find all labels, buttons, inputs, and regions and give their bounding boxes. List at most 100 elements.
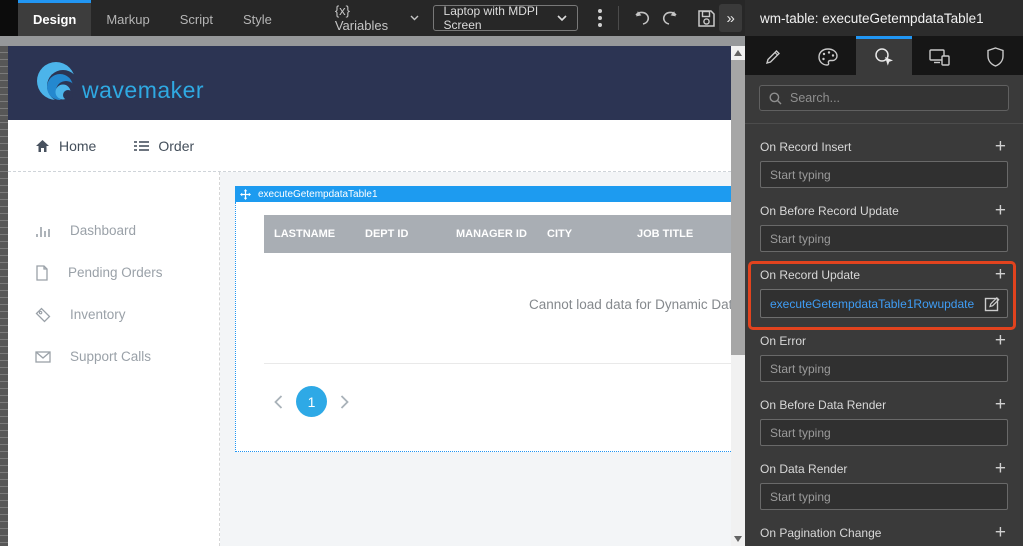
- panel-search-area: [745, 75, 1023, 124]
- event-handler-link[interactable]: executeGetempdataTable1Rowupdate: [770, 297, 984, 311]
- bar-chart-icon: [35, 223, 51, 238]
- variables-dropdown[interactable]: {x} Variables: [335, 0, 419, 36]
- data-table[interactable]: LASTNAME DEPT ID MANAGER ID CITY JOB TIT…: [235, 202, 731, 452]
- undo-icon[interactable]: [629, 5, 654, 31]
- scroll-down-icon[interactable]: [734, 536, 742, 542]
- tab-styles[interactable]: [801, 36, 857, 75]
- event-label: On Before Record Update: [760, 204, 899, 218]
- scroll-up-icon[interactable]: [734, 50, 742, 56]
- properties-panel: wm-table: executeGetempdataTable1: [745, 0, 1023, 546]
- search-icon: [769, 92, 782, 105]
- panel-title: wm-table: executeGetempdataTable1: [745, 0, 1023, 36]
- widget-name-label: executeGetempdataTable1: [258, 189, 378, 200]
- brand-logo: wavemaker: [30, 56, 204, 110]
- tab-security[interactable]: [967, 36, 1023, 75]
- chevron-down-icon: [557, 15, 567, 22]
- top-toolbar: Design Markup Script Style {x} Variables…: [0, 0, 745, 36]
- event-group-on-record-insert: On Record Insert +: [760, 124, 1008, 188]
- wavemaker-studio: Design Markup Script Style {x} Variables…: [0, 0, 1023, 546]
- tab-properties[interactable]: [745, 36, 801, 75]
- event-group-on-record-update: On Record Update + executeGetempdataTabl…: [760, 252, 1008, 318]
- add-event-icon[interactable]: +: [993, 397, 1008, 412]
- tab-design[interactable]: Design: [18, 0, 91, 36]
- page-header-navy: wavemaker: [8, 46, 731, 120]
- nav-item-order[interactable]: Order: [134, 138, 194, 154]
- toolbar-separator: [618, 6, 619, 30]
- edit-handler-icon[interactable]: [984, 295, 1001, 312]
- page-nav-bar: Home Order: [8, 120, 731, 172]
- previous-page-icon[interactable]: [274, 395, 283, 409]
- search-input[interactable]: [790, 91, 999, 105]
- event-group-on-error: On Error +: [760, 318, 1008, 382]
- event-input-on-record-update[interactable]: executeGetempdataTable1Rowupdate: [760, 289, 1008, 318]
- event-input-on-record-insert[interactable]: [760, 161, 1008, 188]
- design-canvas[interactable]: wavemaker Home Order: [8, 46, 731, 546]
- add-event-icon[interactable]: +: [993, 203, 1008, 218]
- sidebar-item-inventory[interactable]: Inventory: [8, 306, 219, 323]
- event-label: On Record Insert: [760, 140, 851, 154]
- sidebar-item-support-calls[interactable]: Support Calls: [8, 348, 219, 365]
- add-event-icon[interactable]: +: [993, 333, 1008, 348]
- selected-table-widget[interactable]: executeGetempdataTable1 LASTNAME DEPT ID…: [235, 186, 731, 452]
- devices-icon: [929, 48, 951, 66]
- event-input-on-before-record-update[interactable]: [760, 225, 1008, 252]
- move-icon[interactable]: [240, 189, 251, 200]
- table-pagination: 1: [264, 363, 731, 439]
- device-selector-dropdown[interactable]: Laptop with MDPI Screen: [433, 5, 579, 31]
- sidebar-item-pending-orders[interactable]: Pending Orders: [8, 264, 219, 281]
- tab-script[interactable]: Script: [165, 0, 228, 36]
- page-body: Dashboard Pending Orders I: [8, 172, 731, 546]
- events-list: On Record Insert + On Before Record Upda…: [745, 124, 1023, 546]
- column-header[interactable]: CITY: [537, 228, 627, 240]
- event-input-on-data-render[interactable]: [760, 483, 1008, 510]
- document-icon: [35, 265, 49, 281]
- expand-panel-button[interactable]: »: [719, 4, 742, 32]
- sidebar-item-dashboard[interactable]: Dashboard: [8, 222, 219, 239]
- tab-events[interactable]: [856, 36, 912, 75]
- event-label: On Record Update: [760, 268, 860, 282]
- shield-icon: [987, 47, 1004, 67]
- add-event-icon[interactable]: +: [993, 525, 1008, 540]
- panel-tab-strip: [745, 36, 1023, 75]
- envelope-icon: [35, 351, 51, 363]
- column-header[interactable]: LASTNAME: [264, 228, 355, 240]
- widget-selection-bar[interactable]: executeGetempdataTable1: [235, 186, 731, 202]
- add-event-icon[interactable]: +: [993, 139, 1008, 154]
- page-number-button[interactable]: 1: [296, 386, 327, 417]
- events-icon: [873, 47, 895, 67]
- scrollbar-thumb[interactable]: [731, 60, 745, 355]
- column-header[interactable]: ZI: [725, 228, 731, 240]
- canvas-scrollbar[interactable]: [731, 46, 745, 546]
- nav-item-home[interactable]: Home: [35, 138, 96, 154]
- add-event-icon[interactable]: +: [993, 267, 1008, 282]
- event-label: On Error: [760, 334, 806, 348]
- canvas-top-band: [0, 36, 745, 46]
- tab-devices[interactable]: [912, 36, 968, 75]
- save-icon[interactable]: [694, 5, 719, 31]
- chevron-down-icon: [410, 15, 419, 21]
- event-label: On Data Render: [760, 462, 847, 476]
- tab-markup[interactable]: Markup: [91, 0, 164, 36]
- vertical-ruler: [0, 46, 8, 546]
- tab-style[interactable]: Style: [228, 0, 287, 36]
- kebab-menu-icon[interactable]: [594, 5, 606, 31]
- studio-left-region: Design Markup Script Style {x} Variables…: [0, 0, 745, 546]
- design-workarea: wavemaker Home Order: [0, 46, 745, 546]
- search-box[interactable]: [759, 85, 1009, 111]
- add-event-icon[interactable]: +: [993, 461, 1008, 476]
- column-header[interactable]: MANAGER ID: [446, 228, 537, 240]
- event-group-on-pagination-change: On Pagination Change +: [760, 510, 1008, 546]
- event-group-on-before-data-render: On Before Data Render +: [760, 382, 1008, 446]
- no-data-message: Cannot load data for Dynamic Data: [529, 297, 731, 312]
- event-label: On Before Data Render: [760, 398, 886, 412]
- column-header[interactable]: JOB TITLE: [627, 228, 725, 240]
- event-input-on-before-data-render[interactable]: [760, 419, 1008, 446]
- list-icon: [134, 140, 149, 152]
- next-page-icon[interactable]: [340, 395, 349, 409]
- page-sidebar: Dashboard Pending Orders I: [8, 172, 220, 546]
- brand-name: wavemaker: [82, 77, 204, 104]
- table-header-row: LASTNAME DEPT ID MANAGER ID CITY JOB TIT…: [264, 215, 731, 253]
- event-input-on-error[interactable]: [760, 355, 1008, 382]
- column-header[interactable]: DEPT ID: [355, 228, 446, 240]
- redo-icon[interactable]: [658, 5, 683, 31]
